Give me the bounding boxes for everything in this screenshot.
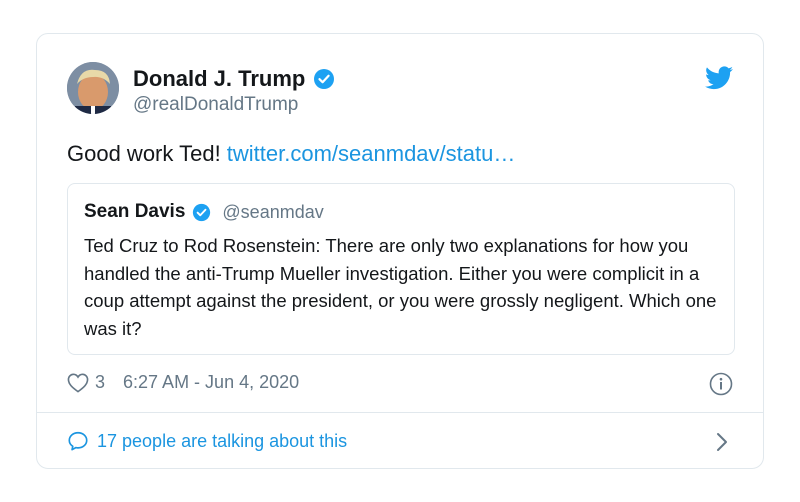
quoted-tweet[interactable]: Sean Davis @seanmdav Ted Cruz to Rod Ros… xyxy=(67,183,735,355)
author-handle[interactable]: @realDonaldTrump xyxy=(133,94,298,116)
avatar[interactable] xyxy=(67,62,119,114)
talking-about-link[interactable]: 17 people are talking about this xyxy=(67,430,347,452)
quoted-author-handle[interactable]: @seanmdav xyxy=(222,202,323,223)
info-icon[interactable] xyxy=(709,372,733,396)
heart-icon[interactable] xyxy=(67,373,89,393)
author-name[interactable]: Donald J. Trump xyxy=(133,66,335,92)
tweet-meta: 3 6:27 AM - Jun 4, 2020 xyxy=(67,372,299,393)
quoted-author-name[interactable]: Sean Davis xyxy=(84,201,185,223)
quoted-tweet-text: Ted Cruz to Rod Rosenstein: There are on… xyxy=(84,235,717,339)
tweet-text: Good work Ted! twitter.com/seanmdav/stat… xyxy=(67,141,515,167)
twitter-logo-icon[interactable] xyxy=(705,66,733,90)
talking-about-text[interactable]: 17 people are talking about this xyxy=(97,431,347,452)
timestamp[interactable]: 6:27 AM - Jun 4, 2020 xyxy=(123,372,299,393)
comment-bubble-icon xyxy=(67,430,89,452)
chevron-right-icon[interactable] xyxy=(715,431,729,453)
verified-badge-icon xyxy=(313,68,335,90)
verified-badge-icon xyxy=(192,203,211,222)
tweet-card[interactable]: Donald J. Trump @realDonaldTrump Good wo… xyxy=(36,33,764,469)
tweet-link[interactable]: twitter.com/seanmdav/statu… xyxy=(227,141,516,166)
divider xyxy=(37,412,763,413)
author-name-text[interactable]: Donald J. Trump xyxy=(133,66,305,92)
like-count[interactable]: 3 xyxy=(95,372,105,393)
tweet-body: Good work Ted! xyxy=(67,141,227,166)
quoted-tweet-header: Sean Davis @seanmdav xyxy=(84,201,324,223)
